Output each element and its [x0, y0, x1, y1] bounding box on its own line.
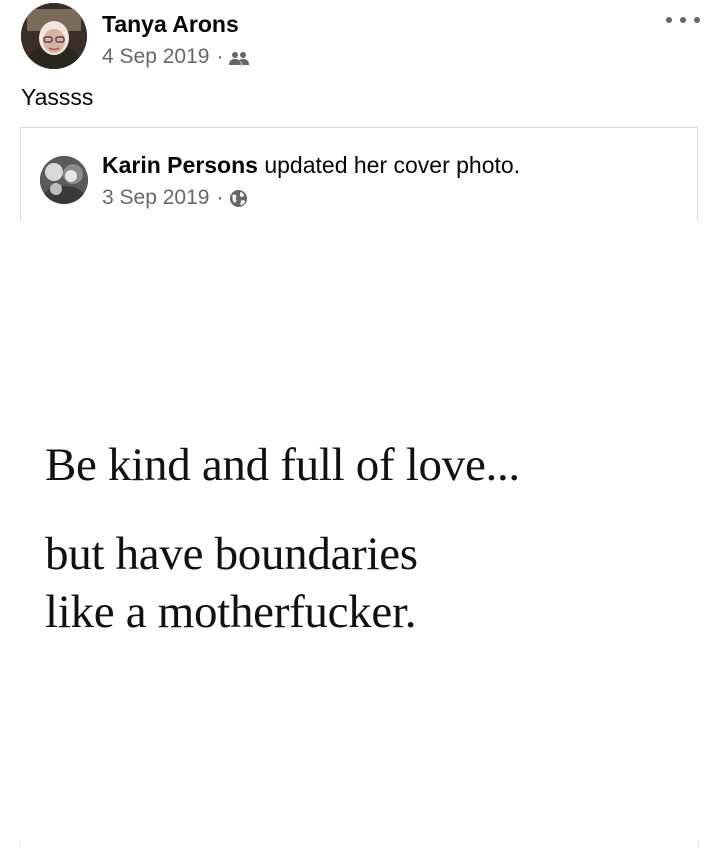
quote-line: like a motherfucker. [45, 586, 417, 638]
author-name[interactable]: Tanya Arons [102, 11, 239, 38]
shared-post-meta: 3 Sep 2019 · [102, 186, 248, 210]
quote-line: Be kind and full of love... [45, 439, 520, 491]
more-dot [694, 17, 700, 23]
globe-icon[interactable] [229, 189, 248, 208]
more-dot [680, 17, 686, 23]
shared-author-avatar[interactable] [40, 156, 88, 204]
post-meta: 4 Sep 2019 · [102, 45, 250, 69]
cover-photo[interactable]: Be kind and full of love... but have bou… [0, 221, 720, 847]
shared-author-name[interactable]: Karin Persons [102, 152, 258, 178]
card-edge-tick [20, 841, 21, 847]
post-header: Tanya Arons 4 Sep 2019 · [0, 0, 720, 80]
more-dot [666, 17, 672, 23]
post-date[interactable]: 4 Sep 2019 [102, 45, 209, 69]
quote-line: but have boundaries [45, 528, 418, 580]
post-text: Yassss [21, 84, 94, 110]
card-bottom-edge [0, 841, 720, 847]
author-avatar[interactable] [21, 3, 87, 69]
meta-separator: · [216, 45, 224, 68]
shared-post-date[interactable]: 3 Sep 2019 [102, 186, 209, 210]
card-edge-tick [698, 841, 699, 847]
shared-post-card[interactable]: Karin Persons updated her cover photo. 3… [20, 127, 698, 227]
more-options-icon[interactable] [666, 10, 700, 30]
shared-post-title: Karin Persons updated her cover photo. [102, 152, 520, 179]
author-avatar-image [21, 3, 87, 69]
shared-avatar-image [40, 156, 88, 204]
shared-action-text: updated her cover photo. [264, 152, 521, 178]
shared-meta-separator: · [216, 186, 224, 209]
friends-icon[interactable] [229, 49, 250, 65]
